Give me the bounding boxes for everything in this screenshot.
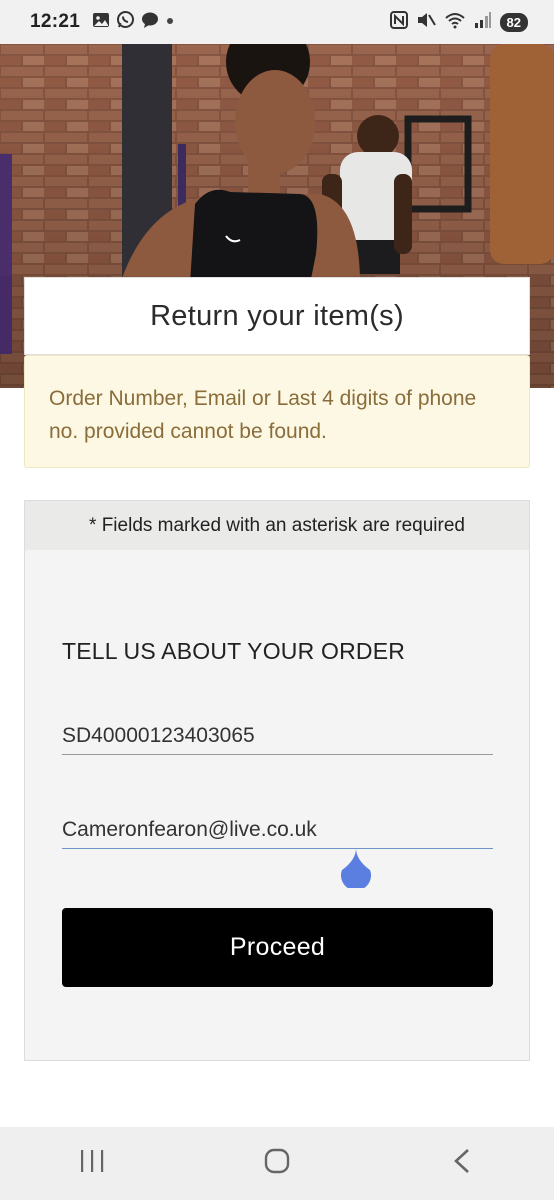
system-nav-bar: [0, 1127, 554, 1200]
form-heading: TELL US ABOUT YOUR ORDER: [62, 638, 406, 664]
mute-icon: [416, 11, 436, 34]
email-field[interactable]: Cameronfearon@live.co.uk: [62, 818, 493, 849]
gallery-icon: [92, 11, 110, 34]
wifi-icon: [444, 11, 466, 34]
back-icon: [452, 1148, 472, 1179]
chat-bubble-icon: [141, 11, 159, 34]
home-icon: [264, 1148, 290, 1179]
notification-dot-icon: [165, 13, 175, 31]
status-indicators: 82: [389, 10, 528, 34]
whatsapp-icon: [116, 10, 135, 34]
order-number-field[interactable]: SD40000123403065: [62, 724, 493, 755]
battery-indicator: 82: [499, 12, 528, 32]
recent-apps-icon: [79, 1149, 105, 1178]
recent-apps-button[interactable]: [52, 1134, 132, 1194]
home-button[interactable]: [237, 1134, 317, 1194]
required-fields-note: * Fields marked with an asterisk are req…: [25, 501, 529, 550]
error-message: Order Number, Email or Last 4 digits of …: [49, 387, 477, 443]
error-alert: Order Number, Email or Last 4 digits of …: [24, 355, 530, 468]
nfc-icon: [389, 10, 408, 34]
signal-icon: [474, 11, 492, 34]
status-bar: 12:21 82: [0, 0, 554, 44]
required-note-text: * Fields marked with an asterisk are req…: [89, 514, 465, 536]
page-title: Return your item(s): [150, 299, 404, 332]
status-time: 12:21: [30, 11, 81, 32]
back-button[interactable]: [422, 1134, 502, 1194]
text-cursor-handle[interactable]: [339, 846, 373, 893]
order-form: * Fields marked with an asterisk are req…: [24, 500, 530, 1061]
page-title-card: Return your item(s): [24, 277, 530, 355]
proceed-button[interactable]: Proceed: [62, 908, 493, 987]
